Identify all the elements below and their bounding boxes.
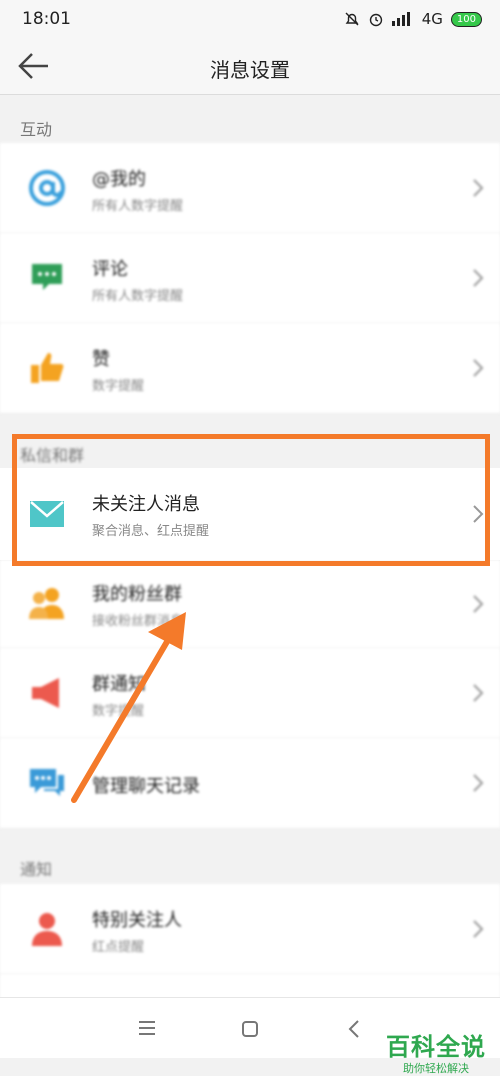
watermark-logo: 百科全说 助你轻松解决 — [386, 1027, 486, 1076]
watermark-subtitle: 助你轻松解决 — [403, 1062, 469, 1075]
back-icon[interactable] — [348, 1020, 360, 1038]
home-icon[interactable] — [241, 1020, 259, 1038]
menu-icon[interactable] — [138, 1020, 156, 1036]
annotation-arrow-icon — [71, 612, 186, 803]
